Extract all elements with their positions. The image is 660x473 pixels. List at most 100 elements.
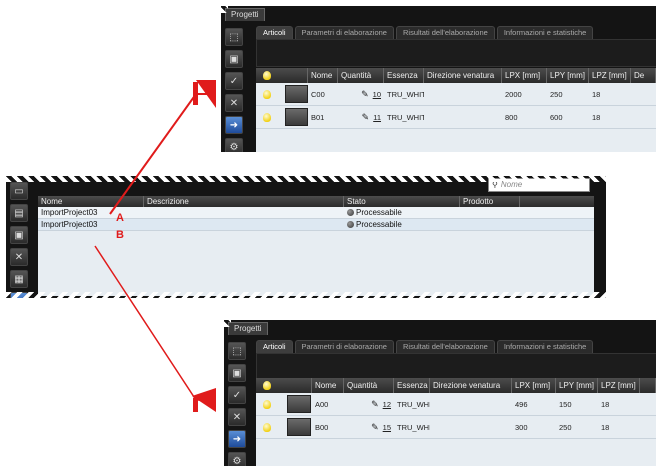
bulb-icon [256,416,284,438]
col-lpz[interactable]: LPZ [mm] [598,378,640,393]
col-lpy[interactable]: LPY [mm] [547,68,589,83]
col-lpx[interactable]: LPX [mm] [502,68,547,83]
tab-articoli[interactable]: Articoli [256,340,293,353]
col-stato[interactable]: Stato [344,196,460,207]
cell-lpy: 600 [550,112,563,122]
col-de[interactable]: De [631,68,656,83]
col-essenza[interactable]: Essenza [394,378,430,393]
cell-nome: C00 [311,89,325,99]
projects-grid: Nome Descrizione Stato Prodotto ImportPr… [38,196,594,296]
col-lpz[interactable]: LPZ [mm] [589,68,631,83]
table-row[interactable]: C00 ✎10 TRU_WHITE 2000 250 18 [256,83,656,106]
properties-icon[interactable]: ▦ [10,270,28,288]
pencil-icon: ✎ [361,111,370,122]
new-document-icon[interactable]: ▭ [10,182,28,200]
col-nome[interactable]: Nome [312,378,344,393]
cell-direzione [424,106,502,128]
export-icon[interactable]: ➜ [228,430,246,448]
col-nome[interactable]: Nome [38,196,144,207]
cell-nome: A00 [315,399,329,409]
delete-icon[interactable]: ✕ [10,248,28,266]
col-quantita[interactable]: Quantità [338,68,384,83]
col-nome[interactable]: Nome [308,68,338,83]
articles-grid: Nome Quantità Essenza Direzione venatura… [256,68,656,152]
cell-prodotto [460,207,520,218]
cell-nome: ImportProject03 [41,208,98,217]
copy-icon[interactable]: ▣ [10,226,28,244]
import-icon[interactable]: ⬚ [225,28,243,46]
cell-quantita[interactable]: ✎ 10 [338,83,384,105]
status-dot-icon [347,209,354,217]
cell-lpx: 800 [505,112,518,122]
delete-icon[interactable]: ✕ [228,408,246,426]
settings-icon[interactable]: ⚙ [225,138,243,152]
cell-nome: B01 [311,112,325,122]
thumbnail [282,83,308,105]
import-icon[interactable]: ⬚ [228,342,246,360]
search-box[interactable]: ⚲ Nome [488,178,590,192]
projects-list-panel: ▭ ▤ ▣ ✕ ▦ ➜ ⚲Nome Nome Descrizione Stato… [6,176,606,298]
tab-informazioni[interactable]: Informazioni e statistiche [496,340,594,353]
tab-bar: Articoli Parametri di elaborazione Risul… [256,26,594,39]
tab-articoli[interactable]: Articoli [256,26,293,39]
copy-icon[interactable]: ▣ [225,50,243,68]
cell-lpz: 18 [601,399,610,409]
col-quantita[interactable]: Quantità [344,378,394,393]
col-direzione[interactable]: Direzione venatura [424,68,502,83]
tab-parametri[interactable]: Parametri di elaborazione [294,340,394,353]
col-prodotto[interactable]: Prodotto [460,196,520,207]
articles-grid: Nome Quantità Essenza Direzione venatura… [256,378,656,466]
side-toolbar: ▭ ▤ ▣ ✕ ▦ ➜ [10,182,30,298]
thumbnail [284,416,312,438]
delete-icon[interactable]: ✕ [225,94,243,112]
cell-stato: Processabile [344,219,460,230]
side-toolbar: ⬚ ▣ ✓ ✕ ➜ ⚙ [228,342,248,466]
cell-direzione [424,83,502,105]
col-extra[interactable] [640,378,656,393]
cell-direzione [430,393,512,415]
callout-label-a: A [116,212,124,224]
cell-lpx: 300 [515,422,528,432]
cell-lpz: 18 [592,112,601,122]
window-tab-progetti[interactable]: Progetti [225,8,265,21]
col-essenza[interactable]: Essenza [384,68,424,83]
pencil-icon: ✎ [371,421,379,432]
settings-icon[interactable]: ⚙ [228,452,246,466]
folder-icon[interactable]: ▤ [10,204,28,222]
cell-descrizione [144,207,344,218]
cell-lpy: 150 [559,399,572,409]
bulb-icon [256,83,282,105]
col-descrizione[interactable]: Descrizione [144,196,344,207]
cell-essenza: TRU_WHITE [387,89,424,99]
table-row[interactable]: B01 ✎11 TRU_WHITE 800 600 18 [256,106,656,129]
tab-risultati[interactable]: Risultati dell'elaborazione [395,26,495,39]
cell-lpz: 18 [592,89,601,99]
window-tab-progetti[interactable]: Progetti [228,322,268,335]
table-row[interactable]: B00 ✎15 TRU_WHITE 300 250 18 [256,416,656,439]
pencil-icon: ✎ [361,88,369,99]
tab-risultati[interactable]: Risultati dell'elaborazione [395,340,495,353]
copy-icon[interactable]: ▣ [228,364,246,382]
table-row[interactable]: A00 ✎12 TRU_WHITE 496 150 18 [256,393,656,416]
cell-quantita[interactable]: ✎ 15 [344,416,394,438]
cell-essenza: TRU_WHITE [397,422,430,432]
cell-quantita[interactable]: ✎ 11 [338,106,384,128]
search-icon: ⚲ [492,180,498,189]
export-icon[interactable]: ➜ [10,292,28,298]
col-direzione[interactable]: Direzione venatura [430,378,512,393]
tab-bar: Articoli Parametri di elaborazione Risul… [256,340,594,353]
thumbnail [284,393,312,415]
export-icon[interactable]: ➜ [225,116,243,134]
col-lpx[interactable]: LPX [mm] [512,378,556,393]
tab-parametri[interactable]: Parametri di elaborazione [294,26,394,39]
cell-lpy: 250 [550,89,563,99]
cell-quantita[interactable]: ✎ 12 [344,393,394,415]
col-lpy[interactable]: LPY [mm] [556,378,598,393]
pencil-icon: ✎ [371,398,379,409]
cell-lpx: 496 [515,399,528,409]
check-icon[interactable]: ✓ [228,386,246,404]
tab-informazioni[interactable]: Informazioni e statistiche [496,26,594,39]
check-icon[interactable]: ✓ [225,72,243,90]
callout-label-b: B [116,229,124,241]
cell-prodotto [460,219,520,230]
